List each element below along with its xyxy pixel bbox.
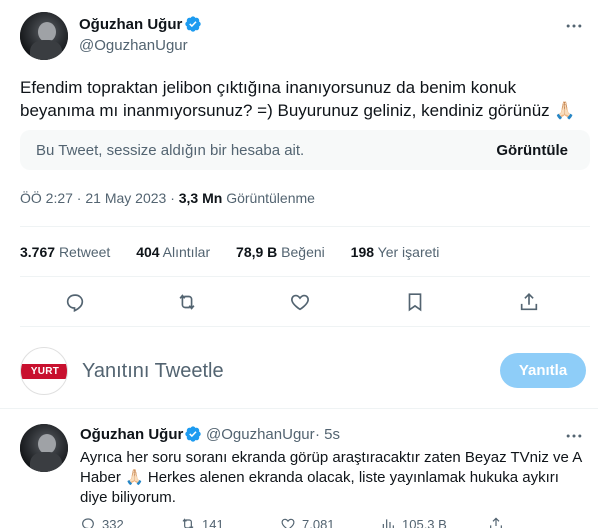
author-avatar[interactable] [20, 12, 68, 60]
retweet-icon[interactable] [176, 291, 198, 313]
views-label: Görüntülenme [222, 190, 315, 206]
like-icon[interactable] [289, 291, 311, 313]
more-options-icon[interactable] [564, 426, 584, 446]
author-name[interactable]: Oğuzhan Uğur [79, 16, 182, 33]
reply-views[interactable]: 105,3 B [380, 516, 447, 528]
retweet-icon [182, 518, 194, 528]
tweet-meta: ÖÖ 2:27 · 21 May 2023 · 3,3 Mn Görüntüle… [20, 190, 315, 206]
reply-submit-button[interactable]: Yanıtla [500, 353, 586, 388]
reply-author-handle[interactable]: @OguzhanUgur [206, 426, 315, 443]
composer-avatar[interactable]: YURT [20, 347, 68, 395]
verified-badge-icon [185, 426, 201, 442]
reply-share[interactable] [488, 516, 510, 528]
reply-replies-count: 332 [102, 516, 124, 528]
muted-account-notice: Bu Tweet, sessize aldığın bir hesaba ait… [20, 130, 590, 170]
tweet-text: Efendim topraktan jelibon çıktığına inan… [20, 78, 576, 120]
share-icon [490, 517, 502, 528]
tweet-stats: 3.767 Retweet 404 Alıntılar 78,9 B Beğen… [20, 244, 461, 260]
bookmarks-stat[interactable]: 198 Yer işareti [351, 244, 440, 260]
reply-text: Ayrıca her soru soranı ekranda görüp ara… [80, 449, 582, 506]
reply-retweets[interactable]: 141 [180, 516, 224, 528]
share-icon[interactable] [518, 291, 540, 313]
show-tweet-button[interactable]: Görüntüle [496, 142, 568, 159]
reply-likes-count: 7.081 [302, 516, 335, 528]
reply-action-bar: 332 141 7.081 105,3 B [80, 516, 590, 528]
tweet-action-bar [0, 287, 598, 317]
bookmark-icon[interactable] [404, 291, 426, 313]
like-icon [281, 518, 295, 528]
views-icon [382, 519, 394, 528]
reply-views-count: 105,3 B [402, 516, 447, 528]
muted-notice-text: Bu Tweet, sessize aldığın bir hesaba ait… [36, 142, 305, 159]
reply-icon[interactable] [64, 291, 86, 313]
yurt-logo-text: YURT [30, 366, 60, 377]
verified-badge-icon [185, 16, 201, 32]
reply-input[interactable]: Yanıtını Tweetle [82, 360, 224, 383]
reply-author-name[interactable]: Oğuzhan Uğur [80, 426, 183, 443]
views-count: 3,3 Mn [178, 190, 223, 206]
likes-stat[interactable]: 78,9 B Beğeni [236, 244, 325, 260]
reply-retweets-count: 141 [202, 516, 224, 528]
retweets-stat[interactable]: 3.767 Retweet [20, 244, 110, 260]
quotes-stat[interactable]: 404 Alıntılar [136, 244, 210, 260]
divider [20, 326, 590, 327]
reply-timestamp[interactable]: · 5s [315, 426, 340, 443]
reply-replies[interactable]: 332 [80, 516, 124, 528]
divider [20, 226, 590, 227]
divider [0, 408, 598, 409]
reply-likes[interactable]: 7.081 [280, 516, 335, 528]
reply-icon [82, 518, 94, 528]
author-handle[interactable]: @OguzhanUgur [79, 37, 188, 54]
tweet-timestamp[interactable]: ÖÖ 2:27 · 21 May 2023 · [20, 190, 179, 206]
reply-author-avatar[interactable] [20, 424, 68, 472]
divider [20, 276, 590, 277]
more-options-icon[interactable] [564, 16, 584, 36]
